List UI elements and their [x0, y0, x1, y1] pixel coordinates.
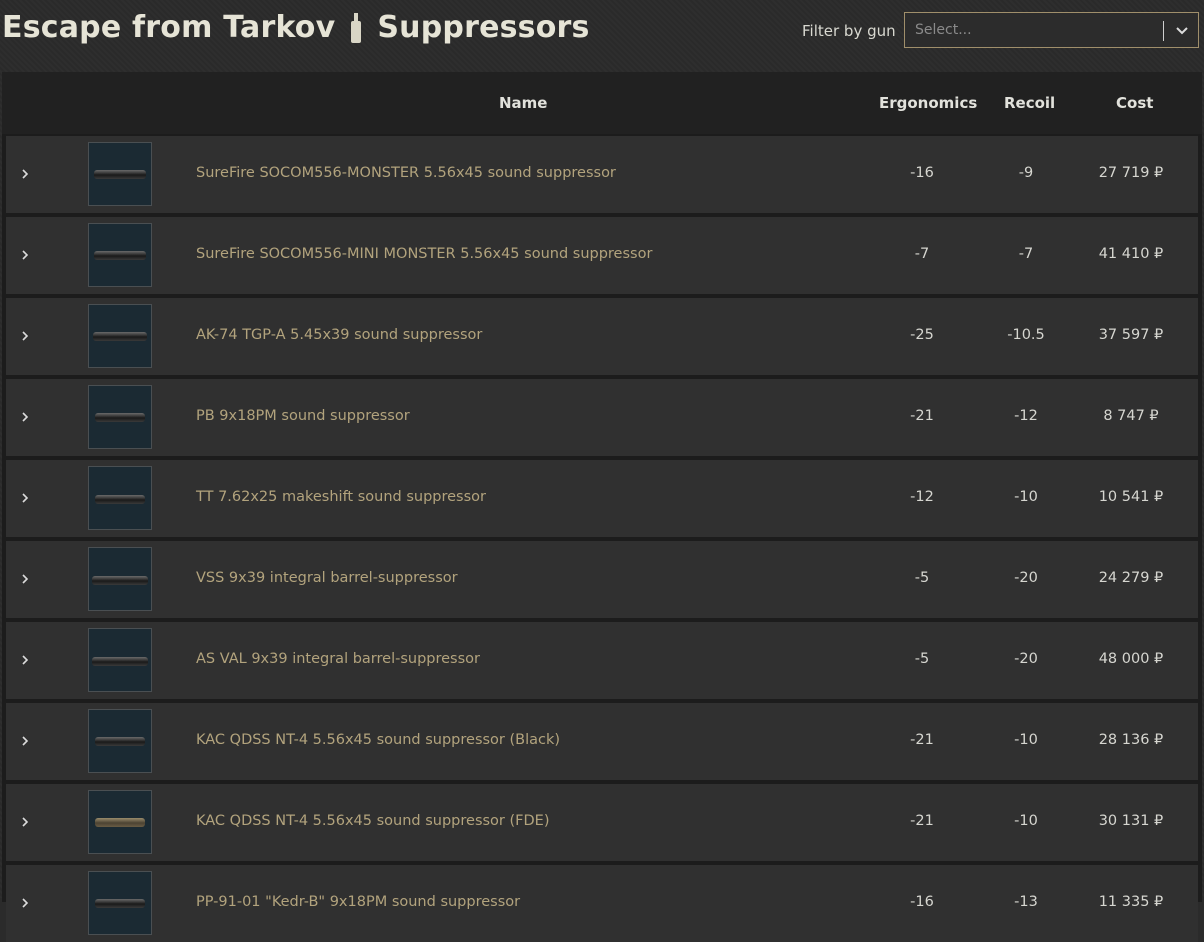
recoil-value: -9 [1018, 165, 1034, 181]
suppressor-image [95, 495, 145, 504]
recoil-value: -10 [1014, 732, 1038, 748]
item-thumbnail [88, 223, 152, 287]
suppressor-image [94, 251, 146, 260]
item-thumbnail [88, 790, 152, 854]
chevron-right-icon[interactable] [18, 164, 32, 184]
column-header-name[interactable]: Name [499, 94, 547, 112]
column-header-cost[interactable]: Cost [1116, 94, 1153, 112]
ergonomics-value: -21 [910, 813, 934, 829]
recoil-value: -10 [1014, 489, 1038, 505]
page-header: Escape from Tarkov Suppressors Filter by… [0, 0, 1204, 66]
item-thumbnail [88, 466, 152, 530]
filter-label: Filter by gun [802, 22, 896, 40]
cost-value: 24 279 ₽ [1098, 570, 1164, 586]
table-row[interactable]: TT 7.62x25 makeshift sound suppressor -12… [6, 460, 1198, 537]
cost-value: 27 719 ₽ [1098, 165, 1164, 181]
table-row[interactable]: PB 9x18PM sound suppressor -21 -12 8 747 ₽ [6, 379, 1198, 456]
table-row[interactable]: KAC QDSS NT-4 5.56x45 sound suppressor (… [6, 784, 1198, 861]
chevron-right-icon[interactable] [18, 650, 32, 670]
item-thumbnail [88, 628, 152, 692]
chevron-right-icon[interactable] [18, 893, 32, 913]
title-game: Escape from Tarkov [2, 10, 336, 45]
ergonomics-value: -21 [910, 408, 934, 424]
chevron-down-icon[interactable] [1171, 19, 1193, 41]
recoil-value: -12 [1014, 408, 1038, 424]
item-name-link[interactable]: PB 9x18PM sound suppressor [196, 408, 410, 424]
title-section: Suppressors [377, 10, 590, 45]
recoil-value: -10.5 [1007, 327, 1045, 343]
cost-value: 30 131 ₽ [1098, 813, 1164, 829]
table-row[interactable]: SureFire SOCOM556-MONSTER 5.56x45 sound … [6, 136, 1198, 213]
suppressor-image [92, 576, 148, 585]
ergonomics-value: -21 [910, 732, 934, 748]
chevron-right-icon[interactable] [18, 569, 32, 589]
cost-value: 48 000 ₽ [1098, 651, 1164, 667]
chevron-right-icon[interactable] [18, 731, 32, 751]
suppressor-image [93, 332, 147, 341]
item-name-link[interactable]: TT 7.62x25 makeshift sound suppressor [196, 489, 486, 505]
item-thumbnail [88, 142, 152, 206]
suppressor-icon [347, 11, 365, 45]
item-name-link[interactable]: VSS 9x39 integral barrel-suppressor [196, 570, 458, 586]
cost-value: 8 747 ₽ [1103, 408, 1159, 424]
suppressor-image [95, 737, 145, 746]
cost-value: 41 410 ₽ [1098, 246, 1164, 262]
item-name-link[interactable]: SureFire SOCOM556-MINI MONSTER 5.56x45 s… [196, 246, 652, 262]
table-row[interactable]: PP-91-01 "Kedr-B" 9x18PM sound suppresso… [6, 865, 1198, 942]
suppressors-table: Name Ergonomics Recoil Cost SureFire SOC… [2, 72, 1202, 942]
table-row[interactable]: SureFire SOCOM556-MINI MONSTER 5.56x45 s… [6, 217, 1198, 294]
table-row[interactable]: AS VAL 9x39 integral barrel-suppressor -5… [6, 622, 1198, 699]
chevron-right-icon[interactable] [18, 488, 32, 508]
ergonomics-value: -5 [914, 651, 930, 667]
ergonomics-value: -5 [914, 570, 930, 586]
gun-filter-select[interactable]: Select... [904, 12, 1199, 48]
table-row[interactable]: VSS 9x39 integral barrel-suppressor -5 -20… [6, 541, 1198, 618]
cost-value: 10 541 ₽ [1098, 489, 1164, 505]
cost-value: 11 335 ₽ [1098, 894, 1164, 910]
ergonomics-value: -12 [910, 489, 934, 505]
item-thumbnail [88, 304, 152, 368]
suppressor-image [95, 899, 145, 908]
ergonomics-value: -16 [910, 894, 934, 910]
column-header-recoil[interactable]: Recoil [1004, 94, 1055, 112]
cost-value: 37 597 ₽ [1098, 327, 1164, 343]
suppressor-image [94, 170, 146, 179]
item-thumbnail [88, 709, 152, 773]
chevron-right-icon[interactable] [18, 245, 32, 265]
page-title: Escape from Tarkov Suppressors [2, 10, 590, 45]
ergonomics-value: -16 [910, 165, 934, 181]
cost-value: 28 136 ₽ [1098, 732, 1164, 748]
item-thumbnail [88, 871, 152, 935]
item-name-link[interactable]: AK-74 TGP-A 5.45x39 sound suppressor [196, 327, 482, 343]
select-divider [1163, 21, 1164, 41]
item-thumbnail [88, 547, 152, 611]
recoil-value: -20 [1014, 651, 1038, 667]
chevron-right-icon[interactable] [18, 407, 32, 427]
item-name-link[interactable]: PP-91-01 "Kedr-B" 9x18PM sound suppresso… [196, 894, 520, 910]
table-row[interactable]: AK-74 TGP-A 5.45x39 sound suppressor -25 -… [6, 298, 1198, 375]
recoil-value: -7 [1018, 246, 1034, 262]
item-name-link[interactable]: KAC QDSS NT-4 5.56x45 sound suppressor (… [196, 813, 549, 829]
item-name-link[interactable]: SureFire SOCOM556-MONSTER 5.56x45 sound … [196, 165, 616, 181]
gun-filter-placeholder: Select... [915, 22, 972, 38]
suppressor-image [95, 818, 145, 827]
table-row[interactable]: KAC QDSS NT-4 5.56x45 sound suppressor (… [6, 703, 1198, 780]
ergonomics-value: -7 [914, 246, 930, 262]
item-thumbnail [88, 385, 152, 449]
table-header: Name Ergonomics Recoil Cost [2, 72, 1202, 134]
chevron-right-icon[interactable] [18, 812, 32, 832]
recoil-value: -13 [1014, 894, 1038, 910]
column-header-ergonomics[interactable]: Ergonomics [879, 94, 977, 112]
item-name-link[interactable]: KAC QDSS NT-4 5.56x45 sound suppressor (… [196, 732, 560, 748]
suppressor-image [92, 657, 148, 666]
suppressor-image [95, 413, 145, 422]
item-name-link[interactable]: AS VAL 9x39 integral barrel-suppressor [196, 651, 480, 667]
recoil-value: -20 [1014, 570, 1038, 586]
chevron-right-icon[interactable] [18, 326, 32, 346]
recoil-value: -10 [1014, 813, 1038, 829]
ergonomics-value: -25 [910, 327, 934, 343]
